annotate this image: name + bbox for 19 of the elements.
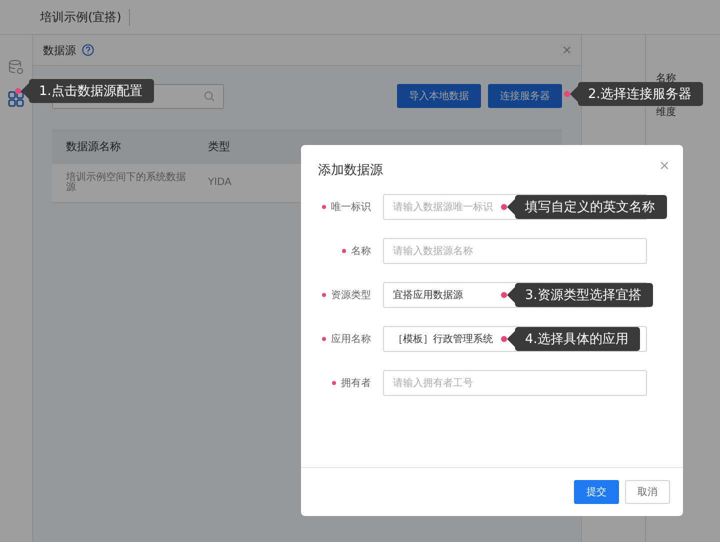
panel-title: 数据源 xyxy=(43,42,76,58)
field-label: 应用名称 xyxy=(331,332,371,346)
callout-tooltip: 填写自定义的英文名称 xyxy=(501,195,667,219)
callout-tooltip: 3.资源类型选择宜搭 xyxy=(501,283,654,307)
callout-tooltip: 4.选择具体的应用 xyxy=(501,327,640,351)
callout-tooltip: 1.点击数据源配置 xyxy=(15,79,154,103)
property-label: 维度 xyxy=(656,106,677,119)
property-label: 名称 xyxy=(656,72,677,85)
column-header: 数据源名称 xyxy=(65,139,122,154)
table-cell-text: 培训示例空间下的系统数据源 xyxy=(65,173,187,193)
dialog-title: 添加数据源 xyxy=(318,162,383,179)
callout-tooltip: 2.选择连接服务器 xyxy=(564,82,704,106)
table-cell-text: YIDA xyxy=(207,178,232,188)
app-title: 培训示例(宜搭) xyxy=(40,8,130,26)
field-label: 唯一标识 xyxy=(331,200,371,214)
field-label: 拥有者 xyxy=(341,376,371,390)
field-label: 名称 xyxy=(351,245,371,258)
column-header: 类型 xyxy=(207,139,231,154)
field-label: 资源类型 xyxy=(331,288,371,302)
